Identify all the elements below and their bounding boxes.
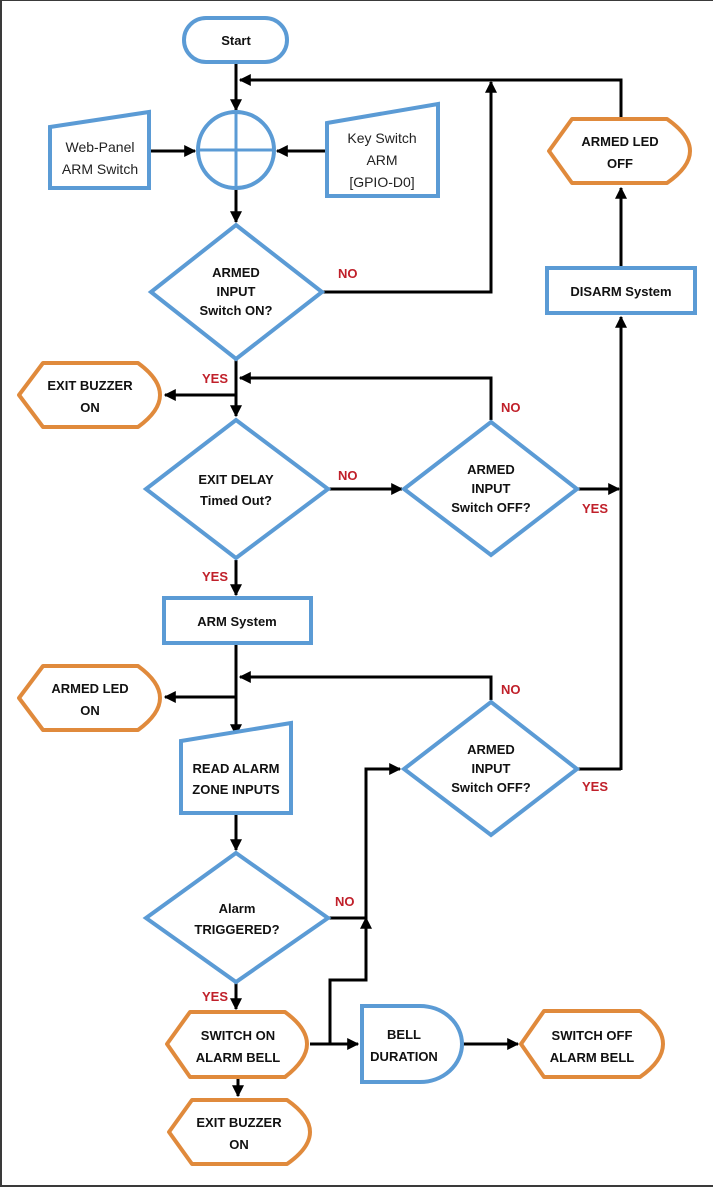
branch-label-yes-4: YES bbox=[582, 779, 608, 794]
branch-label-no-5: NO bbox=[335, 894, 355, 909]
armed-led-on-line2: ON bbox=[80, 703, 100, 718]
web-panel-arm-switch-node: Web-Panel ARM Switch bbox=[48, 109, 151, 190]
key-switch-arm-node: Key Switch ARM [GPIO-D0] bbox=[325, 101, 440, 198]
web-panel-label-line2: ARM Switch bbox=[62, 161, 138, 177]
branch-label-no-1: NO bbox=[338, 266, 358, 281]
decision-armed-off-1-line3: Switch OFF? bbox=[451, 500, 531, 515]
decision-armed-input-on: ARMED INPUT Switch ON? bbox=[147, 222, 326, 362]
switch-off-bell-line2: ALARM BELL bbox=[550, 1050, 635, 1065]
exit-buzzer-2-line1: EXIT BUZZER bbox=[196, 1115, 282, 1130]
process-arm-system: ARM System bbox=[162, 596, 313, 645]
switch-on-bell-line1: SWITCH ON bbox=[201, 1028, 275, 1043]
branch-label-yes-3: YES bbox=[582, 501, 608, 516]
key-switch-label-line2: ARM bbox=[366, 152, 397, 168]
decision-armed-input-off-2: ARMED INPUT Switch OFF? bbox=[400, 699, 581, 838]
key-switch-label-line3: [GPIO-D0] bbox=[349, 174, 414, 190]
bell-duration-line1: BELL bbox=[387, 1027, 421, 1042]
switch-off-bell-line1: SWITCH OFF bbox=[552, 1028, 633, 1043]
decision-armed-off-2-line1: ARMED bbox=[467, 742, 515, 757]
branch-label-no-2: NO bbox=[338, 468, 358, 483]
branch-label-yes-1: YES bbox=[202, 371, 228, 386]
decision-armed-input-on-line1: ARMED bbox=[212, 265, 260, 280]
start-node: Start bbox=[182, 16, 289, 64]
decision-armed-off-1-line2: INPUT bbox=[472, 481, 511, 496]
display-exit-buzzer-on-1: EXIT BUZZER ON bbox=[17, 361, 162, 429]
display-armed-led-off: ARMED LED OFF bbox=[547, 117, 692, 185]
start-label: Start bbox=[221, 33, 251, 48]
branch-label-no-3: NO bbox=[501, 400, 521, 415]
or-junction bbox=[196, 110, 276, 190]
decision-armed-input-off-1: ARMED INPUT Switch OFF? bbox=[400, 419, 581, 558]
key-switch-label-line1: Key Switch bbox=[347, 130, 416, 146]
decision-armed-input-on-line3: Switch ON? bbox=[200, 303, 273, 318]
switch-on-bell-line2: ALARM BELL bbox=[196, 1050, 281, 1065]
decision-alarm-line1: Alarm bbox=[219, 901, 256, 916]
connector-armed-off-1-no bbox=[238, 372, 493, 420]
disarm-system-label: DISARM System bbox=[570, 284, 671, 299]
decision-armed-off-1-line1: ARMED bbox=[467, 462, 515, 477]
armed-led-on-line1: ARMED LED bbox=[51, 681, 128, 696]
display-exit-buzzer-on-2: EXIT BUZZER ON bbox=[167, 1098, 312, 1166]
armed-led-off-line1: ARMED LED bbox=[581, 134, 658, 149]
branch-label-yes-2: YES bbox=[202, 569, 228, 584]
bell-duration-line2: DURATION bbox=[370, 1049, 438, 1064]
decision-exit-delay: EXIT DELAY Timed Out? bbox=[142, 417, 332, 561]
input-read-alarm-zones: READ ALARM ZONE INPUTS bbox=[179, 720, 293, 815]
connector-armed-off-2-no bbox=[238, 671, 493, 700]
decision-armed-off-2-line2: INPUT bbox=[472, 761, 511, 776]
branch-label-yes-5: YES bbox=[202, 989, 228, 1004]
exit-buzzer-1-line2: ON bbox=[80, 400, 100, 415]
read-alarm-line2: ZONE INPUTS bbox=[192, 782, 280, 797]
decision-alarm-line2: TRIGGERED? bbox=[194, 922, 279, 937]
exit-buzzer-1-line1: EXIT BUZZER bbox=[47, 378, 133, 393]
decision-alarm-triggered: Alarm TRIGGERED? bbox=[142, 850, 332, 985]
branch-label-no-4: NO bbox=[501, 682, 521, 697]
decision-armed-off-2-line3: Switch OFF? bbox=[451, 780, 531, 795]
display-switch-off-alarm-bell: SWITCH OFF ALARM BELL bbox=[519, 1009, 665, 1079]
exit-buzzer-2-line2: ON bbox=[229, 1137, 249, 1152]
decision-armed-input-on-line2: INPUT bbox=[217, 284, 256, 299]
web-panel-label-line1: Web-Panel bbox=[65, 139, 134, 155]
alarm-flowchart: Start Web-Panel ARM Switch Key Switch AR… bbox=[17, 16, 697, 1166]
decision-exit-delay-line2: Timed Out? bbox=[200, 493, 272, 508]
display-armed-led-on: ARMED LED ON bbox=[17, 664, 162, 732]
read-alarm-line1: READ ALARM bbox=[193, 761, 280, 776]
display-switch-on-alarm-bell: SWITCH ON ALARM BELL bbox=[165, 1010, 309, 1079]
arm-system-label: ARM System bbox=[197, 614, 276, 629]
armed-led-off-line2: OFF bbox=[607, 156, 633, 171]
decision-exit-delay-line1: EXIT DELAY bbox=[198, 472, 274, 487]
process-disarm-system: DISARM System bbox=[545, 266, 697, 315]
delay-bell-duration: BELL DURATION bbox=[360, 1004, 464, 1084]
